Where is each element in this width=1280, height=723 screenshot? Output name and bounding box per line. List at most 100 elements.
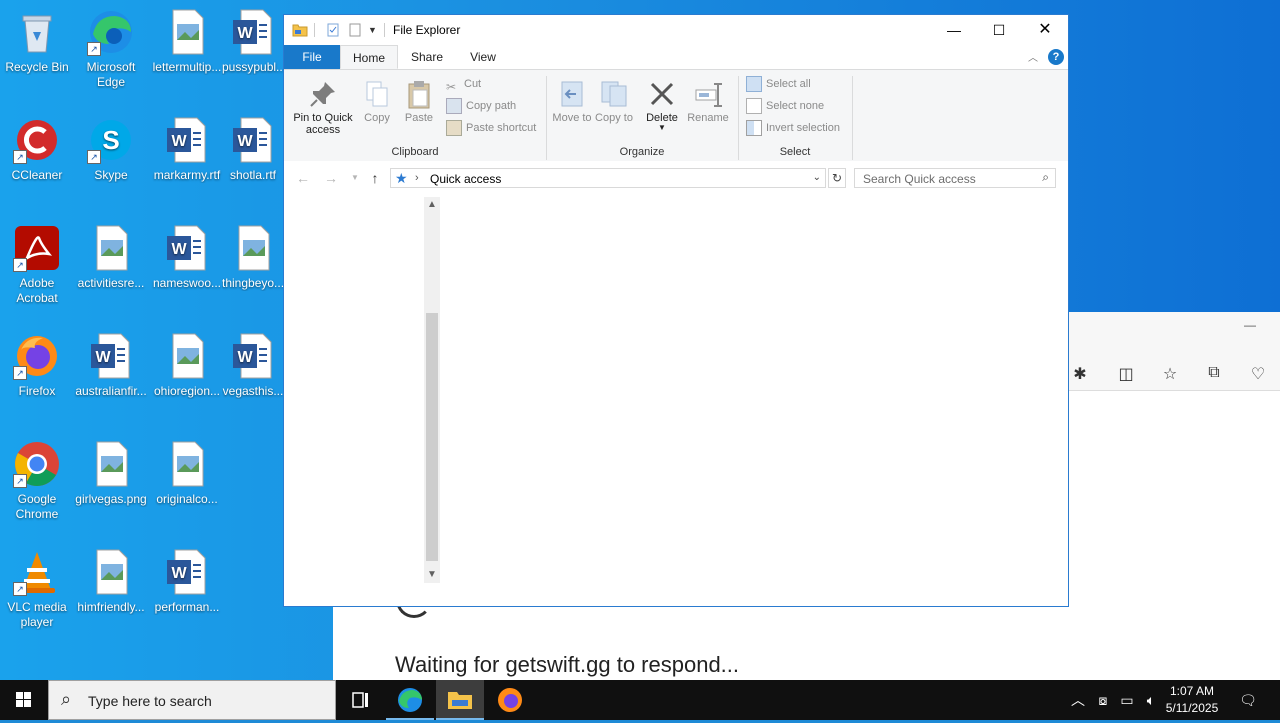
show-hidden-icons-chevron-icon[interactable]: ︿ <box>1068 680 1088 720</box>
recent-locations-dropdown-icon[interactable]: ▼ <box>346 169 364 187</box>
refresh-icon[interactable]: ↻ <box>828 168 846 188</box>
meet-now-icon[interactable]: ⧇ <box>1092 680 1114 720</box>
paste-shortcut-button[interactable]: Paste shortcut <box>446 118 536 138</box>
desktop-icon-label: himfriendly... <box>77 600 145 614</box>
paste-button[interactable]: Paste <box>402 78 436 124</box>
pin-to-quick-access-button[interactable]: Pin to Quick access <box>290 78 356 136</box>
tab-share[interactable]: Share <box>402 45 452 69</box>
desktop-icon-label: ohioregion... <box>153 384 221 398</box>
ribbon-tab-bar: File Home Share View ︿ ? <box>284 45 1068 69</box>
desktop-icon-ccleaner[interactable]: ↗ CCleaner <box>0 116 74 183</box>
browser-essentials-icon[interactable]: ♡ <box>1248 364 1268 384</box>
tab-view[interactable]: View <box>460 45 506 69</box>
task-view-button[interactable] <box>336 680 384 720</box>
desktop-icon-nameswoo[interactable]: W nameswoo... <box>150 224 224 291</box>
desktop-icon-markarmy[interactable]: W markarmy.rtf <box>150 116 224 183</box>
start-button[interactable] <box>0 680 48 720</box>
address-bar[interactable]: ★ › Quick access ⌄ <box>390 168 826 188</box>
desktop-icon-lettermultip[interactable]: lettermultip... <box>150 8 224 75</box>
collections-icon[interactable]: ⧉ <box>1204 364 1224 384</box>
search-icon[interactable]: ⌕ <box>1042 170 1049 185</box>
desktop-icon-label: nameswoo... <box>152 276 222 290</box>
customize-toolbar-dropdown-icon[interactable]: ▼ <box>368 22 384 38</box>
title-bar[interactable]: ▼ File Explorer — ☐ ✕ <box>284 15 1068 45</box>
copy-path-button[interactable]: Copy path <box>446 96 516 116</box>
select-none-button[interactable]: Select none <box>746 96 824 116</box>
shortcut-arrow-icon: ↗ <box>13 366 27 380</box>
desktop-icon-adobe-acrobat[interactable]: ↗ Adobe Acrobat <box>0 224 74 306</box>
collapse-ribbon-icon[interactable]: ︿ <box>1028 49 1038 64</box>
clock[interactable]: 1:07 AM 5/11/2025 <box>1160 683 1224 717</box>
minimize-button[interactable]: — <box>931 15 977 45</box>
taskbar-edge[interactable] <box>386 680 434 720</box>
properties-icon[interactable] <box>325 22 341 38</box>
rename-button[interactable]: Rename <box>686 78 730 124</box>
desktop-icon-himfriendly[interactable]: himfriendly... <box>74 548 148 615</box>
scroll-down-icon[interactable]: ▼ <box>424 567 440 583</box>
browser-minimize-button[interactable]: — <box>1244 318 1256 332</box>
desktop-icon-skype[interactable]: S ↗ Skype <box>74 116 148 183</box>
desktop-icon-label: Microsoft Edge <box>86 60 136 89</box>
word-document-icon: W <box>163 116 211 164</box>
address-dropdown-icon[interactable]: ⌄ <box>813 172 821 183</box>
copy-to-button[interactable]: Copy to <box>594 78 634 124</box>
desktop-icon-label: vegasthis... <box>222 384 284 398</box>
delete-dropdown-icon[interactable]: ▼ <box>642 124 682 132</box>
breadcrumb-chevron-icon[interactable]: › <box>415 172 419 184</box>
desktop-icon-vlc[interactable]: ↗ VLC media player <box>0 548 74 630</box>
new-folder-icon[interactable] <box>347 22 363 38</box>
taskbar-search-box[interactable]: ⌕ Type here to search <box>48 680 336 720</box>
notifications-icon[interactable]: 🗨︎ <box>1234 680 1262 720</box>
desktop-icon-activitiesre[interactable]: activitiesre... <box>74 224 148 291</box>
tab-file[interactable]: File <box>284 45 340 69</box>
svg-text:W: W <box>171 565 187 582</box>
desktop-icon-ohioregion[interactable]: ohioregion... <box>150 332 224 399</box>
cut-button[interactable]: ✂ Cut <box>446 74 481 94</box>
recycle-bin-icon <box>13 8 61 56</box>
desktop-icon-pussypubl[interactable]: W pussypubl... <box>222 8 284 75</box>
volume-icon[interactable]: 🔈︎ <box>1140 680 1162 720</box>
desktop-icon-originalco[interactable]: originalco... <box>150 440 224 507</box>
desktop-icon-google-chrome[interactable]: ↗ Google Chrome <box>0 440 74 522</box>
favorites-icon[interactable]: ☆ <box>1160 364 1180 384</box>
copy-button[interactable]: Copy <box>360 78 394 124</box>
shortcut-arrow-icon: ↗ <box>13 582 27 596</box>
delete-button[interactable]: Delete ▼ <box>642 78 682 132</box>
desktop-icon-shotla[interactable]: W shotla.rtf <box>222 116 284 183</box>
desktop-icon-girlvegas[interactable]: girlvegas.png <box>74 440 148 507</box>
taskbar-firefox[interactable] <box>486 680 534 720</box>
search-box[interactable]: Search Quick access ⌕ <box>854 168 1056 188</box>
invert-selection-button[interactable]: Invert selection <box>746 118 840 138</box>
file-explorer-window[interactable]: ▼ File Explorer — ☐ ✕ File Home Share Vi… <box>283 14 1069 607</box>
scrollbar-thumb[interactable] <box>426 313 438 561</box>
split-screen-icon[interactable]: ◫ <box>1116 364 1136 384</box>
network-icon[interactable]: ▭ <box>1116 680 1138 720</box>
scroll-up-icon[interactable]: ▲ <box>424 197 440 213</box>
select-all-button[interactable]: Select all <box>746 74 811 94</box>
vlc-icon: ↗ <box>13 548 61 596</box>
shortcut-arrow-icon: ↗ <box>13 150 27 164</box>
move-to-button[interactable]: Move to <box>552 78 592 124</box>
copy-path-label: Copy path <box>466 100 517 112</box>
up-arrow-icon[interactable]: ↑ <box>366 169 384 187</box>
ribbon-home: Pin to Quick access Copy Paste ✂ Cut Copy… <box>284 69 1068 163</box>
desktop-icon-thingbeyo[interactable]: thingbeyo... <box>222 224 284 291</box>
shortcut-arrow-icon: ↗ <box>13 258 27 272</box>
desktop-icon-performan[interactable]: W performan... <box>150 548 224 615</box>
help-icon[interactable]: ? <box>1048 49 1064 65</box>
close-button[interactable]: ✕ <box>1022 15 1068 45</box>
desktop-icon-firefox[interactable]: ↗ Firefox <box>0 332 74 399</box>
forward-arrow-icon[interactable]: → <box>322 169 340 187</box>
tab-home[interactable]: Home <box>340 45 398 69</box>
maximize-button[interactable]: ☐ <box>976 15 1022 45</box>
navigation-pane-scrollbar[interactable]: ▲ ▼ <box>424 197 440 583</box>
desktop-icon-microsoft-edge[interactable]: ↗ Microsoft Edge <box>74 8 148 90</box>
desktop-icon-australianfir[interactable]: W australianfir... <box>74 332 148 399</box>
extensions-icon[interactable]: ✱ <box>1070 364 1090 384</box>
taskbar-file-explorer[interactable] <box>436 680 484 720</box>
desktop-icon-vegasthis[interactable]: W vegasthis... <box>222 332 284 399</box>
back-arrow-icon[interactable]: ← <box>294 169 312 187</box>
select-all-icon <box>746 76 762 93</box>
edge-icon <box>398 688 422 712</box>
desktop-icon-recycle-bin[interactable]: Recycle Bin <box>0 8 74 75</box>
